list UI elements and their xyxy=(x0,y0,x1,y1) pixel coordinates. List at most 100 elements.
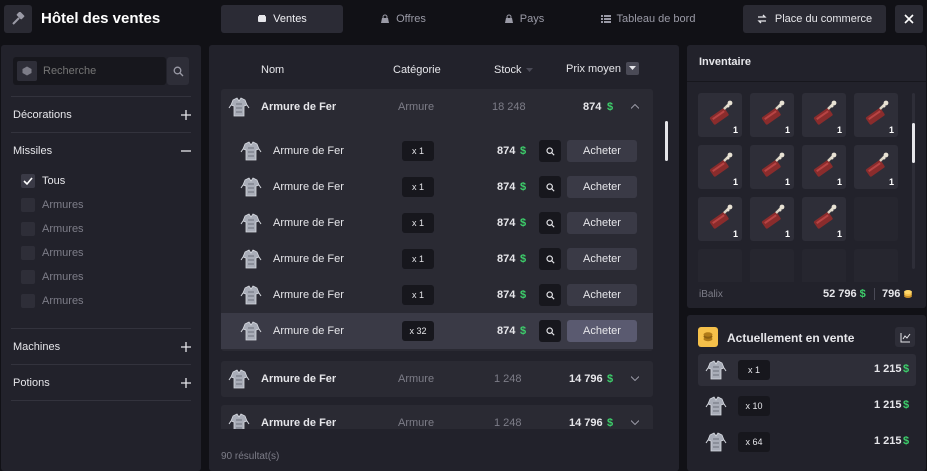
checkbox[interactable] xyxy=(21,198,35,212)
filter-armures[interactable]: Armures xyxy=(21,246,84,260)
inventory-slot-empty[interactable] xyxy=(854,197,898,241)
item-group-header[interactable]: Armure de Fer Armure 18 248 874 $ xyxy=(221,89,653,125)
on-sale-item[interactable]: x 64 1 215 $ xyxy=(698,426,916,458)
item-stock: 1 248 xyxy=(494,373,522,385)
dollar-icon: $ xyxy=(520,253,527,265)
plus-icon xyxy=(181,378,191,388)
dollar-icon: $ xyxy=(903,363,910,375)
column-header-prix-moyen[interactable]: Prix moyen xyxy=(566,62,640,75)
filter-label: Armures xyxy=(42,295,84,307)
close-icon xyxy=(904,14,914,24)
on-sale-title: Actuellement en vente xyxy=(727,331,855,345)
listings-panel: Nom Catégorie Stock Prix moyen Armure de… xyxy=(209,45,679,471)
buy-button[interactable]: Acheter xyxy=(567,284,637,306)
chart-button[interactable] xyxy=(895,327,915,347)
chevron-down-icon[interactable] xyxy=(631,420,639,425)
category-potions[interactable]: Potions xyxy=(13,373,191,393)
cube-icon xyxy=(17,61,37,81)
close-button[interactable] xyxy=(895,5,923,33)
tab-label: Offres xyxy=(396,13,426,25)
on-sale-item[interactable]: x 1 1 215 $ xyxy=(698,354,916,386)
inventory-slot[interactable]: 1 xyxy=(698,145,742,189)
search-button[interactable] xyxy=(167,57,189,85)
offer-quantity: x 1 xyxy=(402,177,434,197)
inventory-slot[interactable]: 1 xyxy=(698,93,742,137)
buy-button[interactable]: Acheter xyxy=(567,140,637,162)
buy-button[interactable]: Acheter xyxy=(567,248,637,270)
checkbox[interactable] xyxy=(21,222,35,236)
search-field[interactable] xyxy=(13,57,166,85)
filter-armures[interactable]: Armures xyxy=(21,222,84,236)
checkbox-checked[interactable] xyxy=(21,174,35,188)
inspect-button[interactable] xyxy=(539,176,561,198)
inventory-slot[interactable]: 1 xyxy=(750,93,794,137)
trade-place-button[interactable]: Place du commerce xyxy=(743,5,886,33)
inventory-slot[interactable]: 1 xyxy=(698,197,742,241)
tab-offres[interactable]: Offres xyxy=(355,5,451,33)
hammer-icon[interactable] xyxy=(4,5,32,33)
offer-quantity: x 1 xyxy=(402,249,434,269)
tab-ventes[interactable]: Ventes xyxy=(221,5,343,33)
inspect-button[interactable] xyxy=(539,248,561,270)
inspect-button[interactable] xyxy=(539,140,561,162)
inspect-button[interactable] xyxy=(539,284,561,306)
minus-icon xyxy=(181,150,191,152)
category-decorations[interactable]: Décorations xyxy=(13,105,191,125)
on-sale-panel: Actuellement en vente x 11 215 $ x 10 1 215… xyxy=(687,315,926,471)
chevron-up-icon[interactable] xyxy=(631,104,639,109)
filter-label: Armures xyxy=(42,271,84,283)
offer-row: Armure de Fer x 1 874 $ Acheter xyxy=(221,241,653,277)
dollar-icon: $ xyxy=(520,325,527,337)
buy-button[interactable]: Acheter xyxy=(567,320,637,342)
tab-label: Tableau de bord xyxy=(616,13,696,25)
inventory-slot[interactable]: 1 xyxy=(854,93,898,137)
inventory-slot[interactable]: 1 xyxy=(802,93,846,137)
filter-tous[interactable]: Tous xyxy=(21,174,65,188)
item-group-collapsed[interactable]: Armure de Fer Armure 1 248 14 796 $ xyxy=(221,361,653,397)
category-missiles[interactable]: Missiles xyxy=(13,141,191,161)
filter-label: Tous xyxy=(42,175,66,187)
inspect-button[interactable] xyxy=(539,320,561,342)
offer-name: Armure de Fer xyxy=(273,217,344,229)
filter-armures[interactable]: Armures xyxy=(21,270,84,284)
inventory-slot[interactable]: 1 xyxy=(802,145,846,189)
column-header-stock[interactable]: Stock xyxy=(494,64,533,76)
tab-pays[interactable]: Pays xyxy=(484,5,564,33)
slot-count: 1 xyxy=(836,125,842,135)
inventory-scrollbar[interactable] xyxy=(912,93,915,269)
filter-armures[interactable]: Armures xyxy=(21,198,84,212)
scrollbar-thumb[interactable] xyxy=(912,123,915,163)
dollar-icon: $ xyxy=(903,435,910,447)
chevron-down-icon[interactable] xyxy=(631,376,639,381)
buy-button[interactable]: Acheter xyxy=(567,176,637,198)
offer-quantity: x 1 xyxy=(402,141,434,161)
inspect-button[interactable] xyxy=(539,212,561,234)
offer-name: Armure de Fer xyxy=(273,289,344,301)
sort-dropdown-icon[interactable] xyxy=(626,62,640,75)
dollar-icon: $ xyxy=(520,145,527,157)
dollar-icon: $ xyxy=(520,181,527,193)
player-money: 52 796 $ xyxy=(823,288,866,300)
inventory-slot[interactable]: 1 xyxy=(854,145,898,189)
checkbox[interactable] xyxy=(21,270,35,284)
buy-button[interactable]: Acheter xyxy=(567,212,637,234)
column-header-categorie[interactable]: Catégorie xyxy=(393,64,441,76)
filter-armures[interactable]: Armures xyxy=(21,294,84,308)
red-tool-icon xyxy=(808,202,840,237)
on-sale-item[interactable]: x 10 1 215 $ xyxy=(698,390,916,422)
armor-icon xyxy=(239,211,263,238)
search-input[interactable] xyxy=(43,63,161,79)
inventory-slot[interactable]: 1 xyxy=(750,197,794,241)
category-machines[interactable]: Machines xyxy=(13,337,191,357)
tab-label: Pays xyxy=(519,13,545,25)
inventory-slot[interactable]: 1 xyxy=(802,197,846,241)
column-header-label: Stock xyxy=(494,64,522,76)
offer-row: Armure de Fer x 1 874 $ Acheter xyxy=(221,205,653,241)
inventory-slot[interactable]: 1 xyxy=(750,145,794,189)
scrollbar-thumb[interactable] xyxy=(665,121,668,161)
column-header-nom[interactable]: Nom xyxy=(261,64,284,76)
tab-tableau-de-bord[interactable]: Tableau de bord xyxy=(588,5,708,33)
checkbox[interactable] xyxy=(21,246,35,260)
results-count: 90 résultat(s) xyxy=(221,451,280,462)
checkbox[interactable] xyxy=(21,294,35,308)
